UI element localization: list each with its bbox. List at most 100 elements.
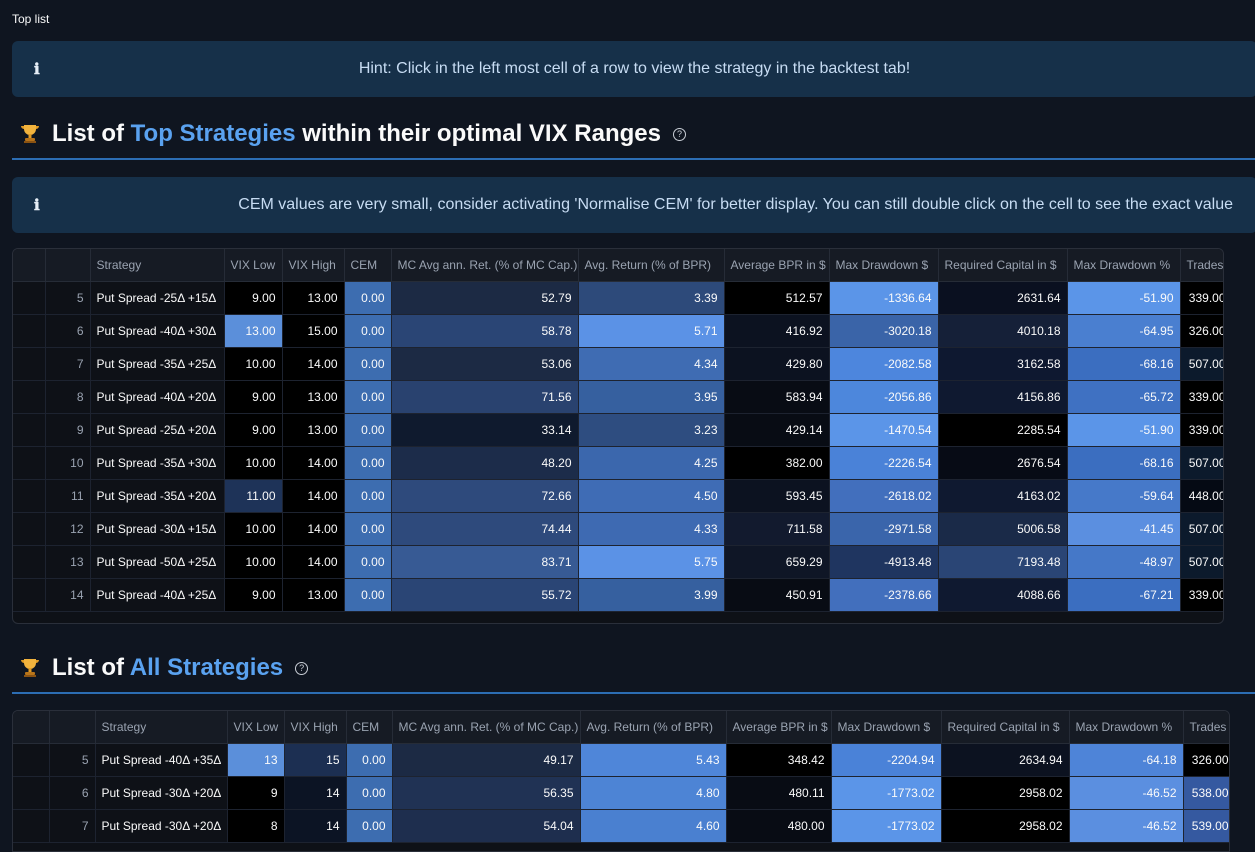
row-select-cell[interactable] [13,776,50,810]
value-cell[interactable]: -2082.58 [829,347,939,381]
value-cell[interactable]: 326.00 [1180,314,1223,348]
column-header[interactable]: Required Capital in $ [941,711,1070,744]
column-header[interactable]: VIX Low [224,249,283,282]
value-cell[interactable]: -64.18 [1069,743,1184,777]
value-cell[interactable]: 480.00 [726,809,832,843]
value-cell[interactable]: 4.60 [580,809,727,843]
value-cell[interactable]: -2618.02 [829,479,939,513]
column-header[interactable]: Trades [1183,711,1229,744]
value-cell[interactable]: 539.00 [1183,809,1229,843]
strategy-cell[interactable]: Put Spread -30Δ +20Δ [95,809,228,843]
table-row[interactable]: 13 Put Spread -50Δ +25Δ 10.00 14.00 0.00 83.7… [13,545,1223,579]
strategy-cell[interactable]: Put Spread -25Δ +20Δ [90,413,225,447]
value-cell[interactable]: 2958.02 [941,776,1070,810]
table-row[interactable]: 9 Put Spread -25Δ +20Δ 9.00 13.00 0.00 33.14 3… [13,413,1223,447]
help-icon[interactable]: ? [295,661,309,675]
value-cell[interactable]: 711.58 [724,512,830,546]
table-row[interactable]: 7 Put Spread -30Δ +20Δ 8 14 0.00 54.04 4.60 480… [13,809,1229,843]
column-header[interactable]: Max Drawdown % [1069,711,1184,744]
value-cell[interactable]: -4913.48 [829,545,939,579]
table-row[interactable]: 6 Put Spread -30Δ +20Δ 9 14 0.00 56.35 4.80 480… [13,776,1229,810]
value-cell[interactable]: 14.00 [282,347,345,381]
value-cell[interactable]: 13.00 [282,578,345,612]
value-cell[interactable]: 4.25 [578,446,725,480]
column-header[interactable]: Max Drawdown $ [831,711,942,744]
value-cell[interactable]: 0.00 [344,512,392,546]
value-cell[interactable]: 33.14 [391,413,579,447]
help-icon[interactable]: ? [672,127,686,141]
strategy-cell[interactable]: Put Spread -30Δ +20Δ [95,776,228,810]
value-cell[interactable]: -2056.86 [829,380,939,414]
value-cell[interactable]: 10.00 [224,347,283,381]
strategy-cell[interactable]: Put Spread -35Δ +20Δ [90,479,225,513]
value-cell[interactable]: 4163.02 [938,479,1068,513]
value-cell[interactable]: -68.16 [1067,446,1181,480]
value-cell[interactable]: 58.78 [391,314,579,348]
value-cell[interactable]: 2676.54 [938,446,1068,480]
column-header[interactable]: Strategy [90,249,225,282]
value-cell[interactable]: 9.00 [224,578,283,612]
value-cell[interactable]: 3.23 [578,413,725,447]
value-cell[interactable]: -1773.02 [831,809,942,843]
value-cell[interactable]: -46.52 [1069,776,1184,810]
value-cell[interactable]: 13.00 [282,380,345,414]
value-cell[interactable]: 0.00 [344,347,392,381]
column-header[interactable]: Strategy [95,711,228,744]
value-cell[interactable]: -1336.64 [829,281,939,315]
value-cell[interactable]: 14.00 [282,479,345,513]
value-cell[interactable]: 53.06 [391,347,579,381]
value-cell[interactable]: 2958.02 [941,809,1070,843]
value-cell[interactable]: 83.71 [391,545,579,579]
value-cell[interactable]: 507.00 [1180,512,1223,546]
value-cell[interactable]: 507.00 [1180,347,1223,381]
value-cell[interactable]: 13.00 [224,314,283,348]
value-cell[interactable]: 5006.58 [938,512,1068,546]
value-cell[interactable]: 48.20 [391,446,579,480]
column-header[interactable]: MC Avg ann. Ret. (% of MC Cap.) [391,249,579,282]
column-header[interactable]: Average BPR in $ [724,249,830,282]
value-cell[interactable]: 4.34 [578,347,725,381]
row-select-cell[interactable] [13,479,46,513]
value-cell[interactable]: 10.00 [224,512,283,546]
column-header[interactable]: MC Avg ann. Ret. (% of MC Cap.) [392,711,581,744]
value-cell[interactable]: 339.00 [1180,281,1223,315]
value-cell[interactable]: 2634.94 [941,743,1070,777]
value-cell[interactable]: 3.99 [578,578,725,612]
value-cell[interactable]: 0.00 [344,545,392,579]
value-cell[interactable]: 2631.64 [938,281,1068,315]
strategy-cell[interactable]: Put Spread -35Δ +30Δ [90,446,225,480]
value-cell[interactable]: 10.00 [224,446,283,480]
value-cell[interactable]: 4088.66 [938,578,1068,612]
value-cell[interactable]: -67.21 [1067,578,1181,612]
value-cell[interactable]: 14.00 [282,512,345,546]
value-cell[interactable]: 4.33 [578,512,725,546]
row-select-cell[interactable] [13,413,46,447]
value-cell[interactable]: 14 [284,776,347,810]
row-select-cell[interactable] [13,347,46,381]
value-cell[interactable]: 382.00 [724,446,830,480]
value-cell[interactable]: 4010.18 [938,314,1068,348]
row-select-cell[interactable] [13,578,46,612]
row-select-cell[interactable] [13,545,46,579]
all-strategies-table[interactable]: Strategy VIX Low VIX High CEM MC Avg ann. Re… [12,710,1230,852]
row-select-cell[interactable] [13,446,46,480]
table-row[interactable]: 5 Put Spread -40Δ +35Δ 13 15 0.00 49.17 5.43 34… [13,743,1229,777]
row-select-cell[interactable] [13,314,46,348]
value-cell[interactable]: 507.00 [1180,545,1223,579]
value-cell[interactable]: 7193.48 [938,545,1068,579]
value-cell[interactable]: 55.72 [391,578,579,612]
value-cell[interactable]: 9.00 [224,281,283,315]
value-cell[interactable]: -3020.18 [829,314,939,348]
value-cell[interactable]: 11.00 [224,479,283,513]
value-cell[interactable]: 2285.54 [938,413,1068,447]
column-header[interactable]: Trades [1180,249,1223,282]
value-cell[interactable]: -1773.02 [831,776,942,810]
value-cell[interactable]: 583.94 [724,380,830,414]
value-cell[interactable]: -68.16 [1067,347,1181,381]
value-cell[interactable]: 0.00 [344,479,392,513]
column-header[interactable]: CEM [344,249,392,282]
value-cell[interactable]: 14 [284,809,347,843]
table-row[interactable]: 10 Put Spread -35Δ +30Δ 10.00 14.00 0.00 48.2… [13,446,1223,480]
value-cell[interactable]: 429.14 [724,413,830,447]
value-cell[interactable]: 8 [227,809,285,843]
